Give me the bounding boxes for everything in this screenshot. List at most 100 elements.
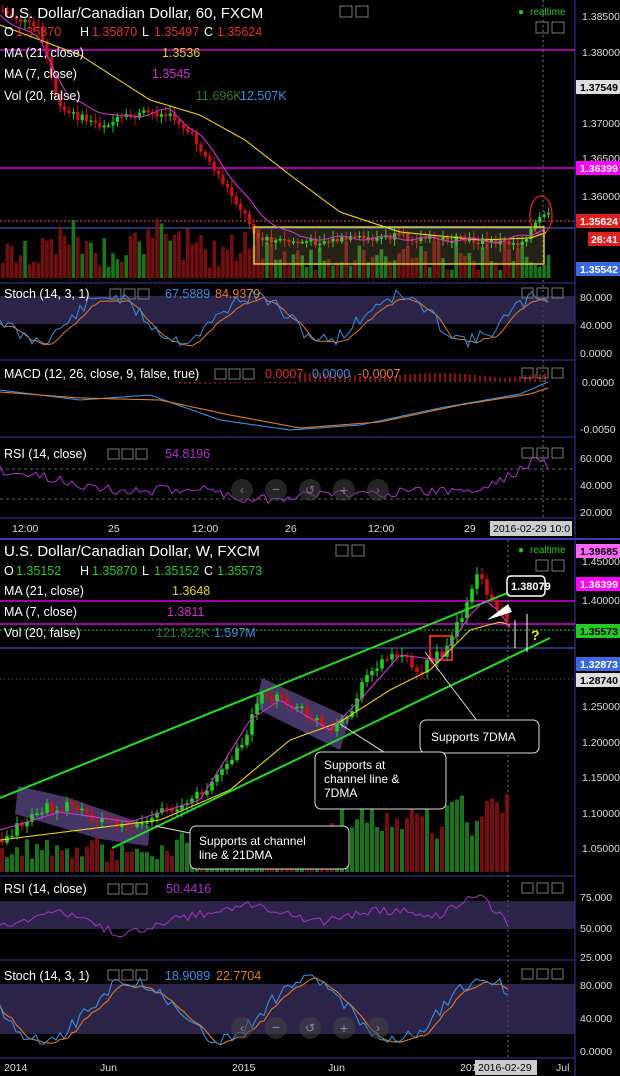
eye-icon[interactable] (107, 969, 120, 981)
volume-bar (194, 242, 199, 278)
ma7-label[interactable]: MA (7, close) (4, 605, 77, 619)
volume-bar (199, 235, 203, 278)
price-badge-text: 1.35573 (580, 626, 618, 638)
maximize-icon[interactable] (551, 447, 564, 459)
volume-bar (115, 860, 119, 872)
candle-body (265, 693, 269, 696)
eye-icon[interactable] (339, 5, 353, 18)
stoch-label[interactable]: Stoch (14, 3, 1) (4, 287, 89, 301)
settings-icon[interactable] (228, 368, 241, 380)
vol-label[interactable]: Vol (20, false) (4, 89, 80, 103)
macd-value-3: -0.0007 (358, 367, 400, 381)
vol-label[interactable]: Vol (20, false) (4, 626, 80, 640)
candle-body (45, 803, 49, 813)
ma21-label[interactable]: MA (21, close) (4, 584, 84, 598)
volume-bar (84, 241, 89, 278)
candle-body (230, 187, 234, 197)
collapse-icon[interactable] (535, 559, 549, 572)
volume-bar (18, 255, 23, 278)
rsi-band (0, 901, 575, 929)
close-icon[interactable] (135, 883, 148, 895)
volume-bar (65, 848, 69, 872)
volume-bar (495, 802, 499, 872)
maximize-icon[interactable] (551, 367, 564, 379)
eye-icon[interactable] (335, 544, 349, 557)
maximize-icon[interactable] (551, 968, 564, 980)
price-callout-text: 1.38079 (511, 581, 551, 593)
candle-body (375, 668, 379, 671)
candle-body (245, 734, 249, 746)
up-icon[interactable] (521, 447, 534, 459)
close-icon[interactable] (135, 448, 148, 460)
candle-body (217, 170, 221, 175)
tick-label: 12:00 (12, 523, 38, 535)
macd-label[interactable]: MACD (12, 26, close, 9, false, true) (4, 367, 199, 381)
down-icon[interactable] (536, 968, 549, 980)
bottom-time-axis[interactable]: 2014 Jun 2015 Jun 201 2016-02-29 Jul (4, 1060, 569, 1075)
volume-bar (216, 265, 221, 278)
volume-bar (40, 238, 45, 278)
eye-icon[interactable] (107, 448, 120, 460)
range-box (253, 226, 545, 265)
up-icon[interactable] (521, 367, 534, 379)
bottom-chart-title[interactable]: U.S. Dollar/Canadian Dollar, W, FXCM (4, 543, 260, 560)
eye-icon[interactable] (214, 368, 227, 380)
down-icon[interactable] (536, 882, 549, 894)
bottom-price-axis[interactable]: 1.45000 1.40000 1.25000 1.20000 1.15000 … (582, 556, 620, 855)
volume-bar (27, 264, 32, 278)
annotation-text: Supports at channel (199, 834, 306, 848)
candle-body (380, 659, 384, 669)
volume-bar (475, 821, 479, 872)
volume-bar (75, 847, 79, 872)
volume-bar (546, 254, 551, 278)
tick-label: 1.15000 (582, 772, 620, 784)
rsi-label[interactable]: RSI (14, close) (4, 882, 87, 896)
ma7-label[interactable]: MA (7, close) (4, 67, 77, 81)
volume-bar (165, 850, 169, 872)
volume-bar (130, 851, 134, 872)
volume-bar (36, 263, 40, 278)
ohlc-l-value: 1.35152 (154, 564, 199, 578)
volume-bar (70, 858, 74, 872)
price-badge-text: 1.35542 (580, 264, 618, 276)
candle-body (221, 174, 225, 184)
maximize-icon[interactable] (551, 21, 565, 34)
settings-icon[interactable] (351, 544, 365, 557)
volume-bar (380, 830, 384, 872)
stoch-d-value: 84.9379 (215, 287, 260, 301)
settings-icon[interactable] (121, 448, 134, 460)
rsi-label[interactable]: RSI (14, close) (4, 447, 87, 461)
volume-bar (5, 243, 10, 278)
tick-label: Jul (556, 1062, 569, 1074)
tick-label: 1.38500 (582, 11, 620, 23)
volume-bar (133, 232, 137, 278)
tick-label: Jun (100, 1062, 117, 1074)
up-icon[interactable] (521, 882, 534, 894)
candle-body (181, 124, 185, 129)
rsi-value: 54.8196 (165, 447, 210, 461)
stoch-label[interactable]: Stoch (14, 3, 1) (4, 969, 89, 983)
up-icon[interactable] (521, 968, 534, 980)
volume-bar (350, 827, 354, 872)
close-icon[interactable] (242, 368, 255, 380)
settings-icon[interactable] (121, 883, 134, 895)
maximize-icon[interactable] (551, 559, 565, 572)
close-icon[interactable] (135, 969, 148, 981)
candle-body (130, 825, 134, 828)
tick-label: 26 (285, 523, 297, 535)
volume-bar (93, 252, 98, 278)
volume-bar (440, 826, 444, 872)
stoch-d-value: 22.7704 (216, 969, 261, 983)
volume-bar (10, 246, 14, 278)
top-chart-title[interactable]: U.S. Dollar/Canadian Dollar, 60, FXCM (4, 5, 263, 22)
settings-icon[interactable] (121, 969, 134, 981)
maximize-icon[interactable] (551, 882, 564, 894)
settings-icon[interactable] (355, 5, 369, 18)
eye-icon[interactable] (107, 883, 120, 895)
realtime-dot-icon: ● (518, 7, 524, 18)
candle-body (40, 812, 44, 815)
ma21-label[interactable]: MA (21, close) (4, 46, 84, 60)
tick-label: 12:00 (192, 523, 218, 535)
top-time-axis[interactable]: 12:00 25 12:00 26 12:00 29 2016-02-29 10… (12, 521, 572, 536)
collapse-icon[interactable] (535, 21, 549, 34)
